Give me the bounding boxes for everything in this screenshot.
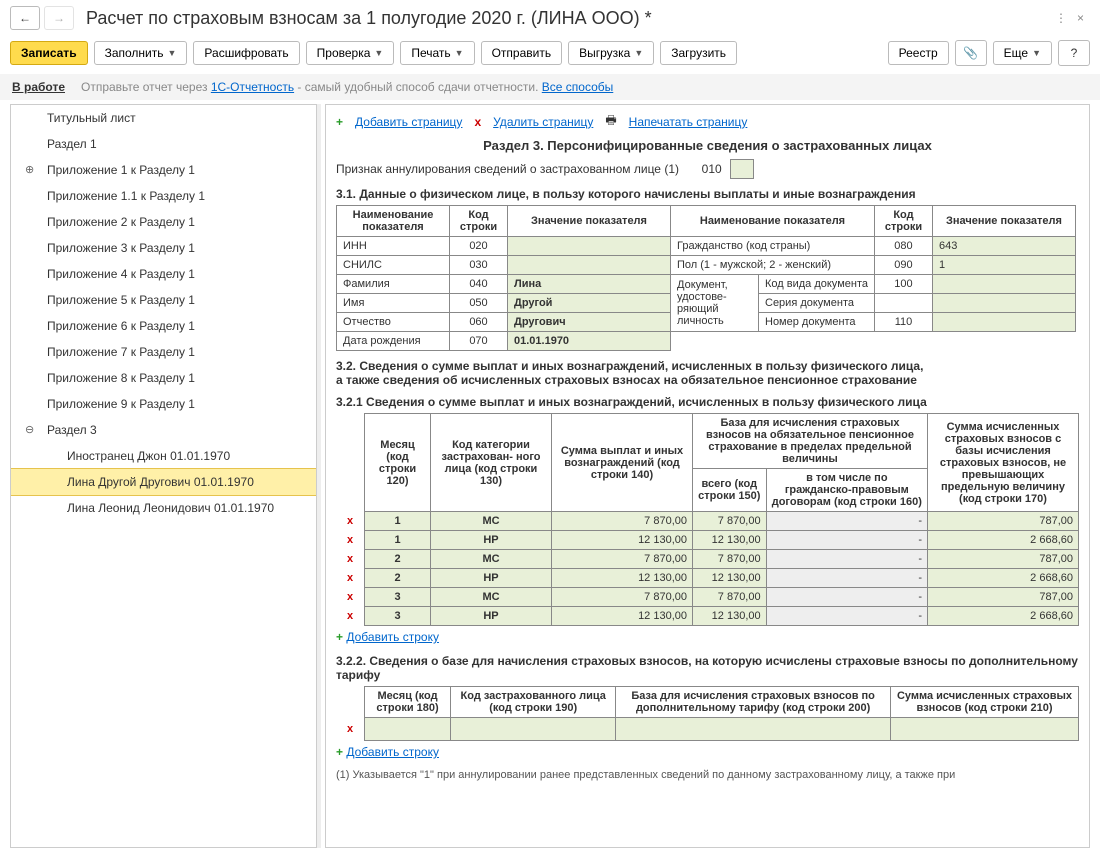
print-page-link[interactable]: Напечатать страницу bbox=[629, 115, 748, 129]
content-pane: + Добавить страницу x Удалить страницу 🖶… bbox=[325, 104, 1090, 848]
tree-item[interactable]: Приложение 4 к Разделу 1 bbox=[11, 261, 316, 287]
save-button[interactable]: Записать bbox=[10, 41, 88, 65]
window-title: Расчет по страховым взносам за 1 полугод… bbox=[78, 8, 1051, 29]
row-delete-icon[interactable]: x bbox=[343, 610, 357, 622]
annul-code: 010 bbox=[702, 162, 722, 176]
link-1c[interactable]: 1С-Отчетность bbox=[211, 80, 294, 94]
tree-item[interactable]: Приложение 2 к Разделу 1 bbox=[11, 209, 316, 235]
menu-icon[interactable]: ⋮ bbox=[1055, 11, 1067, 25]
attach-icon[interactable]: 📎 bbox=[955, 40, 987, 66]
tree-item[interactable]: Приложение 7 к Разделу 1 bbox=[11, 339, 316, 365]
footnote: (1) Указывается "1" при аннулировании ра… bbox=[336, 769, 1079, 781]
tree-item[interactable]: Приложение 1 к Разделу 1 bbox=[11, 157, 316, 183]
export-button[interactable]: Выгрузка▼ bbox=[568, 41, 654, 65]
tree-item[interactable]: Раздел 1 bbox=[11, 131, 316, 157]
annul-input[interactable] bbox=[730, 159, 754, 179]
row-delete-icon[interactable]: x bbox=[343, 723, 357, 735]
tree-item[interactable]: Приложение 1.1 к Разделу 1 bbox=[11, 183, 316, 209]
section-title: Раздел 3. Персонифицированные сведения о… bbox=[336, 138, 1079, 153]
h32: 3.2. Сведения о сумме выплат и иных возн… bbox=[336, 359, 1079, 387]
add-page-link[interactable]: Добавить страницу bbox=[355, 115, 462, 129]
row-delete-icon[interactable]: x bbox=[343, 572, 357, 584]
more-button[interactable]: Еще▼ bbox=[993, 41, 1052, 65]
row-delete-icon[interactable]: x bbox=[343, 534, 357, 546]
delete-page-link[interactable]: Удалить страницу bbox=[493, 115, 593, 129]
print-button[interactable]: Печать▼ bbox=[400, 41, 474, 65]
fill-button[interactable]: Заполнить▼ bbox=[94, 41, 188, 65]
add-row-link-2[interactable]: Добавить строку bbox=[346, 745, 439, 759]
import-button[interactable]: Загрузить bbox=[660, 41, 737, 65]
nav-back-button[interactable]: ← bbox=[10, 6, 40, 30]
section-tree[interactable]: Титульный листРаздел 1Приложение 1 к Раз… bbox=[10, 104, 317, 848]
person-table: Наименование показателяКод строкиЗначени… bbox=[336, 205, 1076, 351]
tree-item[interactable]: Приложение 8 к Разделу 1 bbox=[11, 365, 316, 391]
tree-item[interactable]: Приложение 3 к Разделу 1 bbox=[11, 235, 316, 261]
help-button[interactable]: ? bbox=[1058, 40, 1090, 66]
registry-button[interactable]: Реестр bbox=[888, 41, 949, 65]
payments-table: Месяц (код строки 120) Код категории зас… bbox=[336, 413, 1079, 626]
tree-item[interactable]: Титульный лист bbox=[11, 105, 316, 131]
printer-icon: 🖶 bbox=[605, 111, 616, 132]
send-button[interactable]: Отправить bbox=[481, 41, 563, 65]
extra-tariff-table: Месяц (код строки 180)Код застрахованног… bbox=[336, 686, 1079, 741]
decode-button[interactable]: Расшифровать bbox=[193, 41, 299, 65]
annul-label: Признак аннулирования сведений о застрах… bbox=[336, 162, 679, 176]
tree-item[interactable]: Приложение 5 к Разделу 1 bbox=[11, 287, 316, 313]
tree-item[interactable]: Приложение 6 к Разделу 1 bbox=[11, 313, 316, 339]
h321: 3.2.1 Сведения о сумме выплат и иных воз… bbox=[336, 395, 1079, 409]
tree-item[interactable]: Приложение 9 к Разделу 1 bbox=[11, 391, 316, 417]
x-icon: x bbox=[474, 115, 481, 129]
splitter[interactable] bbox=[317, 104, 321, 848]
nav-forward-button[interactable]: → bbox=[44, 6, 74, 30]
add-row-link-1[interactable]: Добавить строку bbox=[346, 630, 439, 644]
info-text: Отправьте отчет через 1С-Отчетность - са… bbox=[81, 80, 613, 94]
status-label[interactable]: В работе bbox=[12, 80, 65, 94]
tree-sub-item[interactable]: Иностранец Джон 01.01.1970 bbox=[11, 443, 316, 469]
row-delete-icon[interactable]: x bbox=[343, 515, 357, 527]
close-icon[interactable]: × bbox=[1077, 11, 1084, 25]
link-all-methods[interactable]: Все способы bbox=[542, 80, 614, 94]
row-delete-icon[interactable]: x bbox=[343, 591, 357, 603]
tree-sub-item[interactable]: Лина Другой Другович 01.01.1970 bbox=[10, 468, 317, 496]
h322: 3.2.2. Сведения о базе для начисления ст… bbox=[336, 654, 1079, 682]
tree-item[interactable]: Раздел 3 bbox=[11, 417, 316, 443]
h31: 3.1. Данные о физическом лице, в пользу … bbox=[336, 187, 1079, 201]
check-button[interactable]: Проверка▼ bbox=[306, 41, 395, 65]
tree-sub-item[interactable]: Лина Леонид Леонидович 01.01.1970 bbox=[11, 495, 316, 521]
plus-icon: + bbox=[336, 115, 343, 129]
row-delete-icon[interactable]: x bbox=[343, 553, 357, 565]
